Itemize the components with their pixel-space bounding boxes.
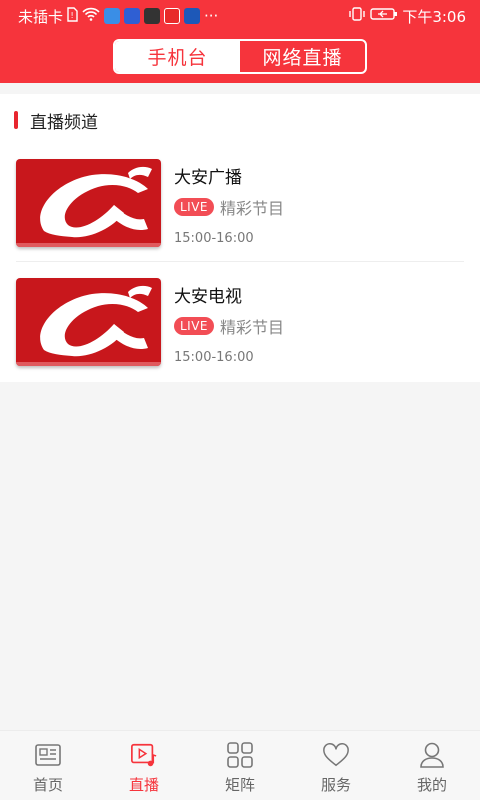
battery-icon <box>370 7 398 25</box>
program-time: 15:00-16:00 <box>174 231 254 246</box>
channel-name: 大安广播 <box>174 168 242 188</box>
clock-text: 下午3:06 <box>402 7 466 26</box>
user-icon <box>418 741 446 769</box>
live-badge: LIVE <box>174 317 215 335</box>
live-video-icon <box>130 741 158 769</box>
channel-live-row: LIVE 精彩节目 <box>174 314 284 338</box>
app-notification-icon-4 <box>164 8 181 24</box>
nav-item-mine[interactable]: 我的 <box>384 731 480 800</box>
sim-icon: ! <box>67 6 78 26</box>
nav-label: 首页 <box>32 776 63 794</box>
nav-label: 矩阵 <box>224 776 255 794</box>
program-time: 15:00-16:00 <box>174 350 254 365</box>
channel-item-tv[interactable]: 大安电视 LIVE 精彩节目 15:00-16:00 <box>0 278 480 388</box>
vibrate-icon <box>348 7 366 25</box>
channel-name: 大安电视 <box>174 287 242 307</box>
bottom-navigation: 首页 直播 矩阵 服务 我的 <box>0 730 480 800</box>
section-header: 直播频道 <box>0 106 98 134</box>
live-badge: LIVE <box>174 198 215 216</box>
channel-live-row: LIVE 精彩节目 <box>174 195 284 219</box>
channel-type-tabs: 手机台 网络直播 <box>113 39 367 74</box>
grid-icon <box>226 741 254 769</box>
nav-label: 服务 <box>320 776 351 794</box>
status-bar: 未插卡 ! ··· 下午3:06 <box>0 0 480 32</box>
program-title: 精彩节目 <box>220 318 285 337</box>
channel-item-radio[interactable]: 大安广播 LIVE 精彩节目 15:00-16:00 <box>0 159 480 269</box>
tab-online-live[interactable]: 网络直播 <box>240 41 365 72</box>
app-notification-icon-1 <box>104 8 121 24</box>
nav-item-live[interactable]: 直播 <box>96 731 192 800</box>
app-notification-icon-3 <box>144 8 161 24</box>
nav-label: 我的 <box>416 776 447 794</box>
news-icon <box>34 741 62 769</box>
app-notification-icon-5 <box>184 8 201 24</box>
nav-item-service[interactable]: 服务 <box>288 731 384 800</box>
heart-icon <box>322 741 350 769</box>
svg-text:!: ! <box>71 11 74 20</box>
nav-item-matrix[interactable]: 矩阵 <box>192 731 288 800</box>
nav-label: 直播 <box>128 776 159 794</box>
channel-logo-icon <box>16 159 161 247</box>
app-header: 未插卡 ! ··· 下午3:06 手机台 网络直播 <box>0 0 480 83</box>
nav-item-home[interactable]: 首页 <box>0 731 96 800</box>
channel-logo-icon <box>16 278 161 366</box>
live-channel-panel: 直播频道 大安广播 LIVE 精彩节目 15:00-16:00 大安电视 LIV… <box>0 94 480 382</box>
more-notifications-icon: ··· <box>204 7 219 25</box>
carrier-text: 未插卡 <box>18 7 64 26</box>
wifi-icon <box>82 7 100 25</box>
list-divider <box>16 261 464 262</box>
status-right: 下午3:06 <box>348 6 466 27</box>
section-accent-bar <box>14 111 18 129</box>
section-title: 直播频道 <box>30 112 98 133</box>
status-left: 未插卡 ! ··· <box>18 6 218 27</box>
program-title: 精彩节目 <box>220 199 285 218</box>
channel-thumbnail <box>16 278 161 366</box>
app-notification-icon-2 <box>124 8 141 24</box>
tab-mobile-station[interactable]: 手机台 <box>115 41 240 72</box>
channel-thumbnail <box>16 159 161 247</box>
